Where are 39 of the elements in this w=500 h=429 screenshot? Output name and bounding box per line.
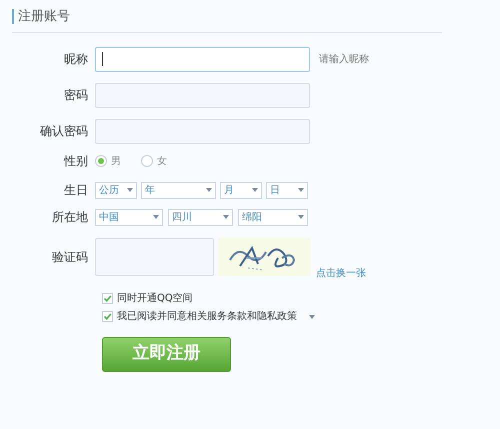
caret-icon	[206, 188, 212, 192]
select-dropdown[interactable]: 月	[220, 182, 262, 198]
input-field[interactable]	[95, 118, 310, 144]
field-label: 所在地	[52, 209, 88, 226]
checkbox[interactable]	[102, 293, 113, 304]
input-field[interactable]	[95, 238, 214, 276]
field-label: 确认密码	[40, 123, 88, 140]
field-label: 密码	[64, 87, 88, 104]
checkbox-label: 同时开通QQ空间	[117, 292, 193, 306]
radio-label: 女	[157, 154, 167, 168]
radio-button[interactable]	[95, 155, 107, 167]
select-dropdown[interactable]: 中国	[95, 208, 163, 226]
input-field[interactable]	[95, 46, 310, 72]
text-cursor	[102, 52, 103, 66]
radio-label: 男	[111, 154, 121, 168]
hint-text: 请输入昵称	[319, 52, 369, 66]
caret-icon	[223, 215, 229, 219]
refresh-captcha-link[interactable]: 点击换一张	[316, 266, 366, 280]
select-dropdown[interactable]: 年	[141, 182, 216, 198]
caret-icon	[309, 314, 315, 318]
input-field[interactable]	[95, 82, 310, 108]
register-button[interactable]: 立即注册	[102, 336, 231, 372]
field-label: 生日	[64, 182, 88, 199]
select-dropdown[interactable]: 公历	[95, 182, 137, 198]
section-title: 注册账号	[18, 8, 70, 26]
caret-icon	[298, 215, 304, 219]
caret-icon	[153, 215, 159, 219]
caret-icon	[252, 188, 258, 192]
checkbox[interactable]	[102, 311, 113, 322]
checkbox-label: 我已阅读并同意相关服务条款和隐私政策	[117, 310, 297, 324]
field-label: 性别	[64, 153, 88, 170]
radio-button[interactable]	[141, 155, 153, 167]
select-dropdown[interactable]: 日	[266, 182, 308, 198]
caret-icon	[127, 188, 133, 192]
field-label: 昵称	[64, 51, 88, 68]
select-dropdown[interactable]: 绵阳	[238, 208, 308, 226]
select-dropdown[interactable]: 四川	[168, 208, 233, 226]
caret-icon	[298, 188, 304, 192]
field-label: 验证码	[52, 248, 88, 266]
